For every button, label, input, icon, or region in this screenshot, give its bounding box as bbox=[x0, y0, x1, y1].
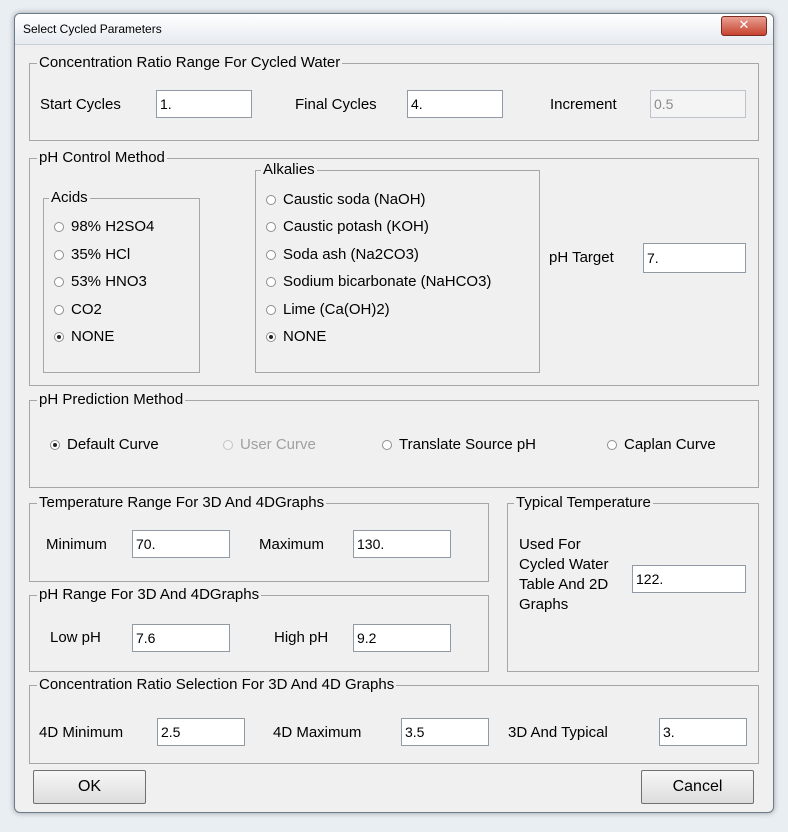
typical-temperature-line: Cycled Water bbox=[519, 556, 609, 573]
acid-option-label: NONE bbox=[71, 328, 115, 345]
typical-temperature-description: Used For Cycled Water Table And 2D Graph… bbox=[519, 535, 608, 615]
close-button[interactable]: ✕ bbox=[721, 16, 767, 36]
temperature-min-label: Minimum bbox=[46, 536, 107, 553]
temperature-max-label: Maximum bbox=[259, 536, 325, 553]
acid-radio-hcl[interactable] bbox=[54, 250, 64, 260]
prediction-option-label: User Curve bbox=[240, 436, 316, 453]
acid-radio-none[interactable] bbox=[54, 332, 64, 342]
typical-temperature-line: Graphs bbox=[519, 596, 569, 613]
alkali-radio-lime[interactable] bbox=[266, 305, 276, 315]
low-ph-label: Low pH bbox=[50, 629, 101, 646]
cancel-button[interactable]: Cancel bbox=[641, 770, 754, 804]
ph-target-label: pH Target bbox=[549, 249, 614, 266]
concentration-range-legend: Concentration Ratio Range For Cycled Wat… bbox=[37, 54, 343, 71]
alkali-option-label: Sodium bicarbonate (NaHCO3) bbox=[283, 273, 492, 290]
ph-control-legend: pH Control Method bbox=[37, 149, 167, 166]
acid-radio-co2[interactable] bbox=[54, 305, 64, 315]
increment-label: Increment bbox=[550, 96, 617, 113]
high-ph-label: High pH bbox=[274, 629, 329, 646]
alkalies-legend: Alkalies bbox=[261, 161, 317, 178]
alkali-radio-koh[interactable] bbox=[266, 222, 276, 232]
acid-radio-hno3[interactable] bbox=[54, 277, 64, 287]
alkali-radio-naoh[interactable] bbox=[266, 195, 276, 205]
ratio-typical-label: 3D And Typical bbox=[508, 724, 608, 741]
prediction-radio-default[interactable] bbox=[50, 440, 60, 450]
final-cycles-label: Final Cycles bbox=[295, 96, 377, 113]
alkali-option-label: Soda ash (Na2CO3) bbox=[283, 246, 419, 263]
high-ph-input[interactable] bbox=[353, 624, 451, 652]
prediction-option-label: Caplan Curve bbox=[624, 436, 716, 453]
alkali-radio-na2co3[interactable] bbox=[266, 250, 276, 260]
prediction-radio-translate[interactable] bbox=[382, 440, 392, 450]
temperature-max-input[interactable] bbox=[353, 530, 451, 558]
prediction-option-label: Default Curve bbox=[67, 436, 159, 453]
ok-button[interactable]: OK bbox=[33, 770, 146, 804]
acid-option-label: 53% HNO3 bbox=[71, 273, 147, 290]
ph-target-input[interactable] bbox=[643, 243, 746, 273]
acids-legend: Acids bbox=[49, 189, 90, 206]
temperature-min-input[interactable] bbox=[132, 530, 230, 558]
typical-temperature-line: Used For bbox=[519, 536, 581, 553]
typical-temperature-input[interactable] bbox=[632, 565, 746, 593]
typical-temperature-legend: Typical Temperature bbox=[514, 494, 653, 511]
start-cycles-label: Start Cycles bbox=[40, 96, 121, 113]
alkali-radio-nahco3[interactable] bbox=[266, 277, 276, 287]
ratio-selection-group bbox=[29, 685, 759, 764]
alkali-option-label: Caustic potash (KOH) bbox=[283, 218, 429, 235]
typical-temperature-line: Table And 2D bbox=[519, 576, 609, 593]
alkali-radio-none[interactable] bbox=[266, 332, 276, 342]
alkali-option-label: Caustic soda (NaOH) bbox=[283, 191, 426, 208]
prediction-option-label: Translate Source pH bbox=[399, 436, 537, 453]
alkali-option-label: Lime (Ca(OH)2) bbox=[283, 301, 390, 318]
temperature-range-legend: Temperature Range For 3D And 4DGraphs bbox=[37, 494, 327, 511]
acid-radio-h2so4[interactable] bbox=[54, 222, 64, 232]
close-icon: ✕ bbox=[738, 18, 750, 33]
acid-option-label: 35% HCl bbox=[71, 246, 131, 263]
ratio-selection-legend: Concentration Ratio Selection For 3D And… bbox=[37, 676, 397, 693]
ratio-4d-min-input[interactable] bbox=[157, 718, 245, 746]
increment-input[interactable] bbox=[650, 90, 746, 118]
prediction-radio-caplan[interactable] bbox=[607, 440, 617, 450]
dialog-window: Select Cycled Parameters ✕ Concentration… bbox=[14, 13, 774, 813]
prediction-radio-user[interactable] bbox=[223, 440, 233, 450]
title-bar: Select Cycled Parameters ✕ bbox=[15, 14, 773, 45]
start-cycles-input[interactable] bbox=[156, 90, 252, 118]
acid-option-label: CO2 bbox=[71, 301, 102, 318]
alkali-option-label: NONE bbox=[283, 328, 327, 345]
ratio-4d-min-label: 4D Minimum bbox=[39, 724, 124, 741]
ph-range-legend: pH Range For 3D And 4DGraphs bbox=[37, 586, 262, 603]
final-cycles-input[interactable] bbox=[407, 90, 503, 118]
low-ph-input[interactable] bbox=[132, 624, 230, 652]
ph-prediction-legend: pH Prediction Method bbox=[37, 391, 186, 408]
acid-option-label: 98% H2SO4 bbox=[71, 218, 155, 235]
window-title: Select Cycled Parameters bbox=[23, 22, 162, 36]
ratio-typical-input[interactable] bbox=[659, 718, 747, 746]
ratio-4d-max-label: 4D Maximum bbox=[273, 724, 362, 741]
ratio-4d-max-input[interactable] bbox=[401, 718, 489, 746]
